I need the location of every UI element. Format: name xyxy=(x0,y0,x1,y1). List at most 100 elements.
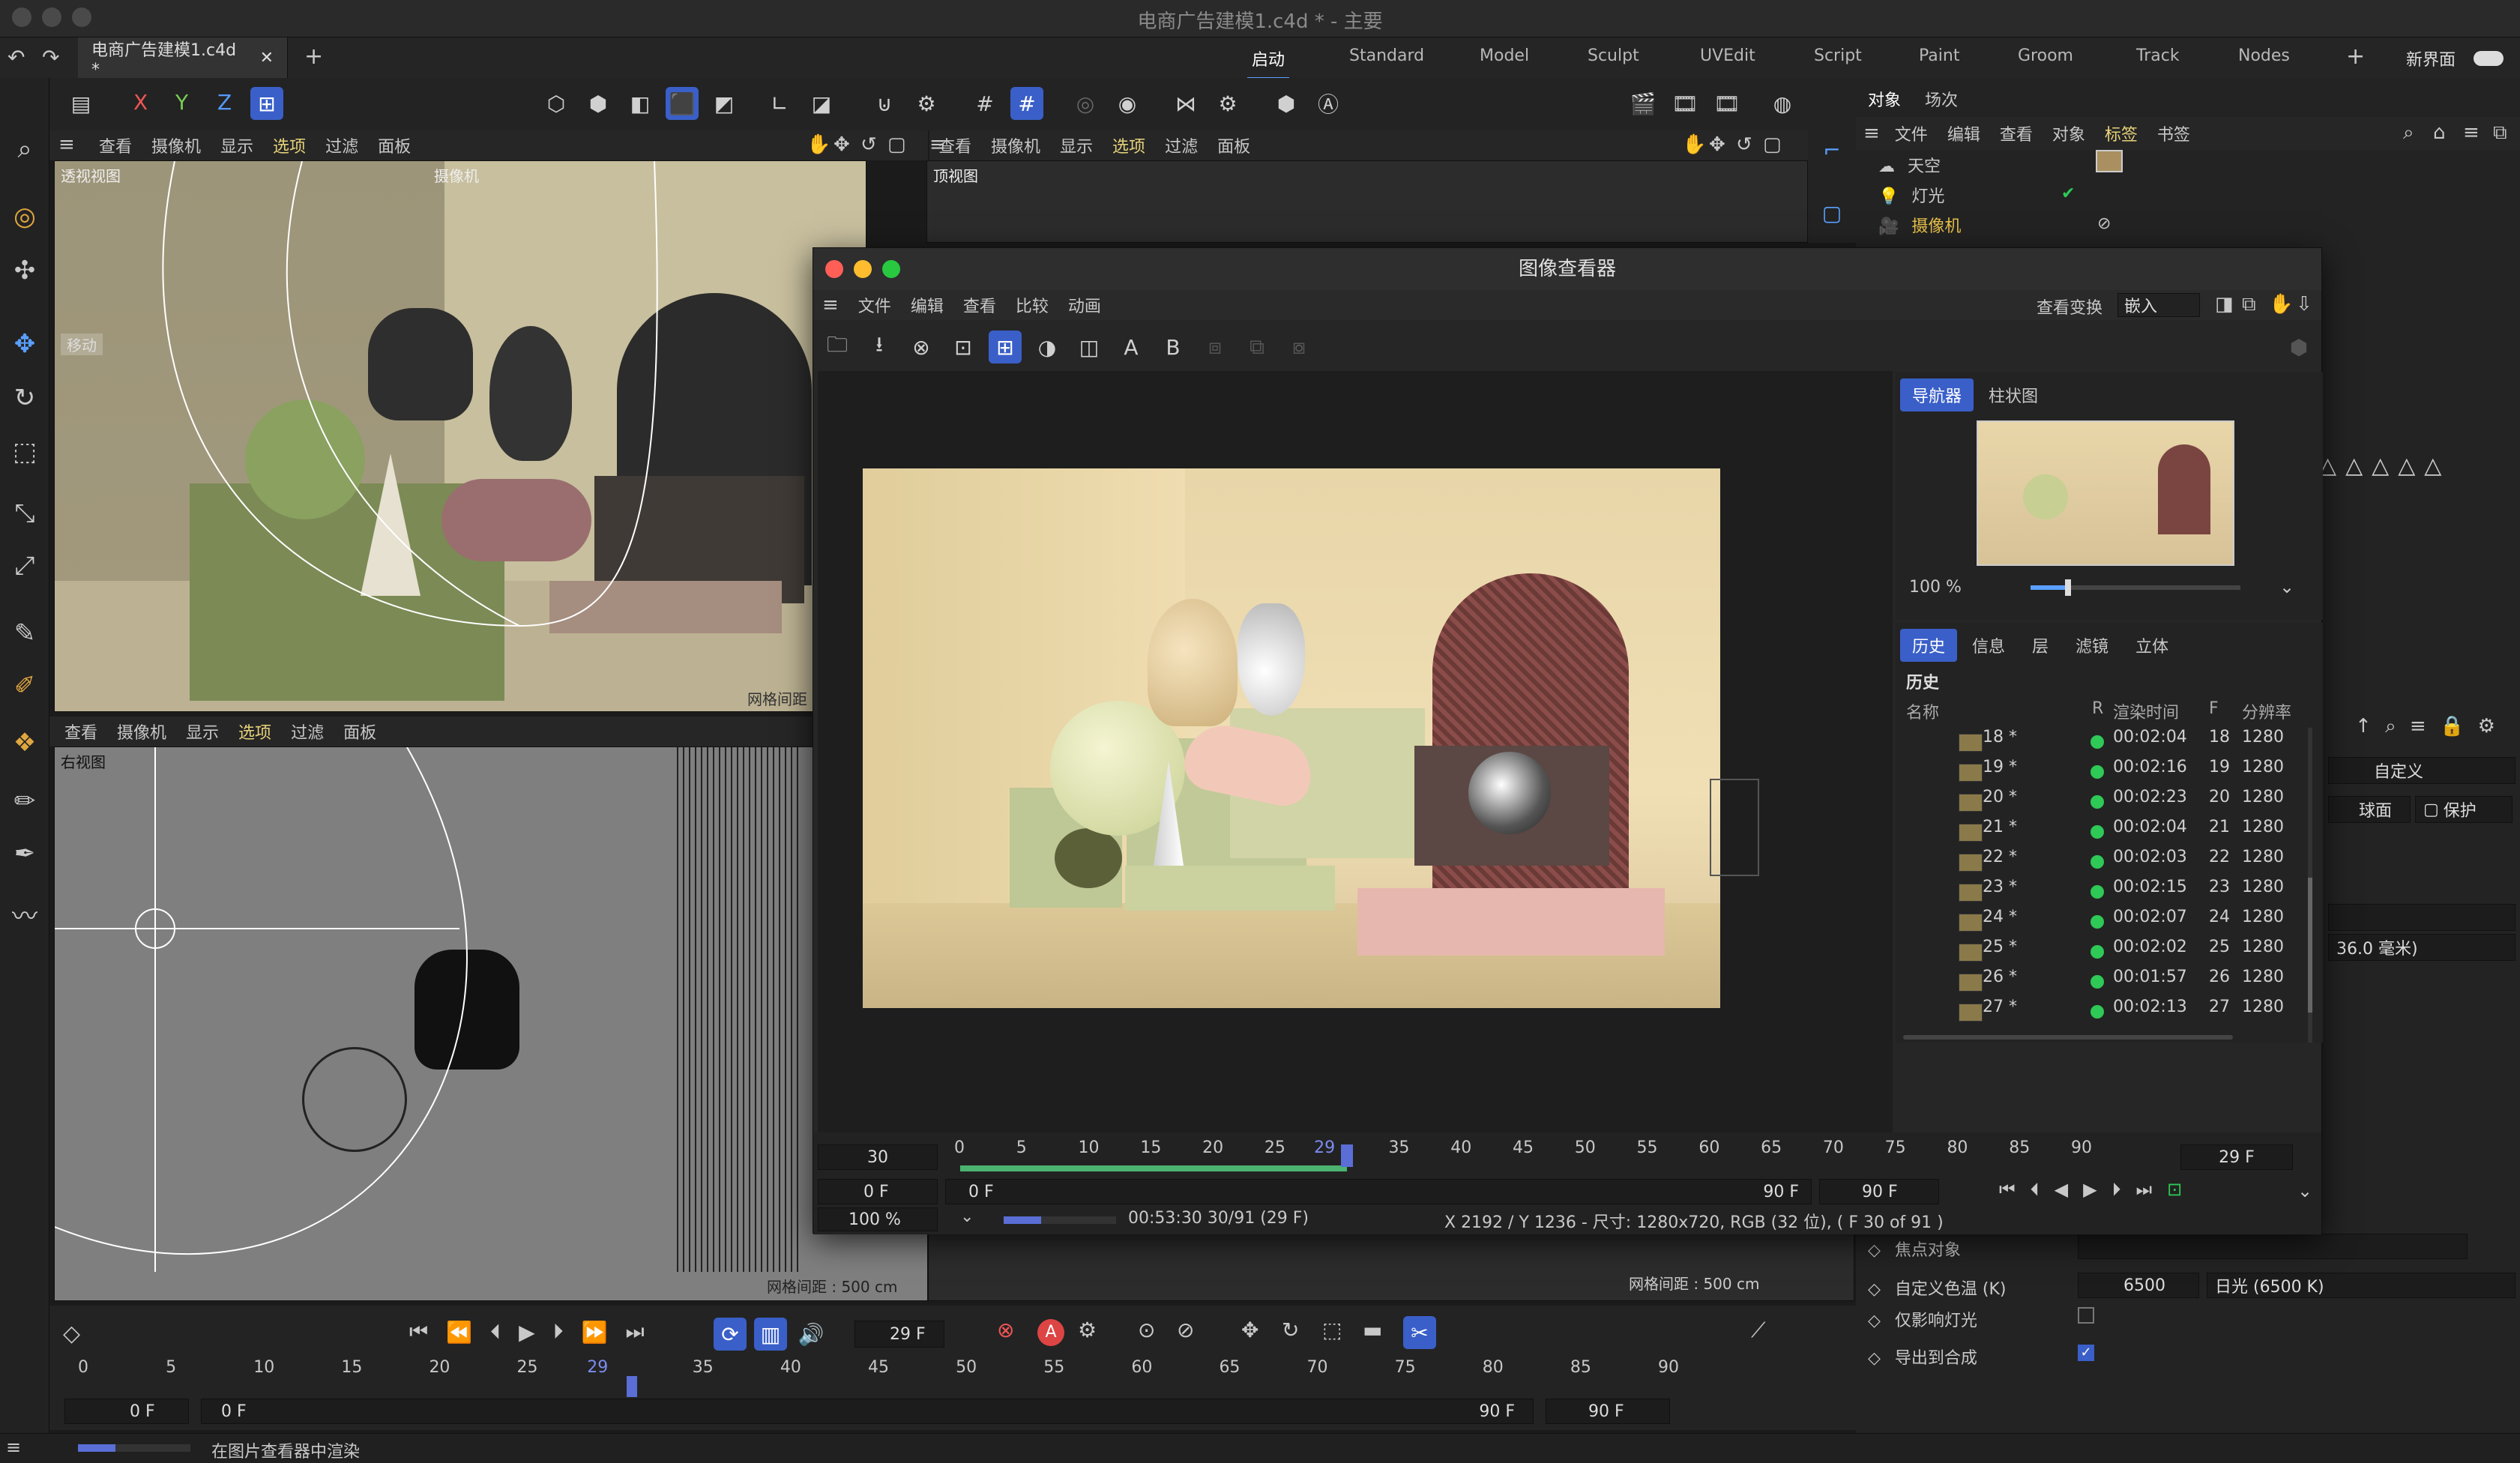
viewport-menu-item[interactable]: 选项 xyxy=(273,133,306,157)
symmetry-mirror-icon[interactable]: ⋈ xyxy=(1169,87,1202,120)
split-view-icon[interactable]: ◨ xyxy=(2215,293,2234,316)
add-layout-icon[interactable]: + xyxy=(2346,43,2365,70)
select-tool-icon[interactable]: ✣ xyxy=(6,252,43,289)
redo-icon[interactable]: ↷ xyxy=(42,45,59,70)
field-dropdown-1[interactable] xyxy=(2328,904,2516,931)
attr-search-icon[interactable]: ⌕ xyxy=(2385,715,2396,737)
popout-icon[interactable]: ⧉ xyxy=(2242,293,2256,316)
history-row[interactable]: 19 * 00:02:16 19 1280 xyxy=(1896,758,2300,788)
open-folder-icon[interactable]: 🗀 xyxy=(821,331,854,364)
col-r[interactable]: R xyxy=(2092,699,2103,718)
undo-icon[interactable]: ↶ xyxy=(7,45,25,70)
tab-takes[interactable]: 场次 xyxy=(1913,82,1970,115)
expand-icon[interactable]: ⬢ xyxy=(2282,331,2315,364)
view-layout-icon[interactable]: ⌐ xyxy=(1815,133,1848,166)
pan-icon-top[interactable]: ✋ xyxy=(1682,133,1706,156)
export-checkbox[interactable]: ✓ xyxy=(2078,1345,2094,1361)
key-rotation-icon[interactable]: ↻ xyxy=(1282,1318,1299,1342)
tl-range-bar[interactable]: 0 F 90 F xyxy=(201,1399,1534,1424)
model-mode-icon[interactable]: ⬛ xyxy=(666,87,699,120)
sound-icon[interactable]: 🔊 xyxy=(795,1318,828,1351)
keyframe-mode-icon[interactable]: ◇ xyxy=(63,1321,80,1347)
history-row[interactable]: 25 * 00:02:02 25 1280 xyxy=(1896,938,2300,968)
attr-filter-icon[interactable]: ≡ xyxy=(2410,715,2426,737)
motion-settings-icon[interactable]: ⊘ xyxy=(1177,1318,1194,1342)
single-view-icon[interactable]: ▢ xyxy=(1815,196,1848,229)
tl-next-key-icon[interactable]: ⏩ xyxy=(582,1320,608,1345)
axis-y-toggle[interactable]: Y xyxy=(175,90,188,115)
viewport-menu-item[interactable]: 面板 xyxy=(378,133,411,157)
iv-zoom-dropdown-icon[interactable]: ⌄ xyxy=(960,1207,974,1226)
layout-tab-5[interactable]: Script xyxy=(1814,46,1862,65)
quantize-icon[interactable]: ◉ xyxy=(1111,87,1144,120)
key-pla-icon[interactable]: ✂ xyxy=(1403,1316,1436,1349)
iv-options-icon[interactable]: ⌄ xyxy=(2297,1180,2312,1201)
render-view-icon[interactable]: 🎬 xyxy=(1627,87,1660,120)
tab-navigator[interactable]: 导航器 xyxy=(1900,378,1974,411)
search-icon[interactable]: ⌕ xyxy=(6,130,43,168)
viewport-menu-item[interactable]: 显示 xyxy=(220,133,253,157)
perspective-viewport[interactable]: 透视视图 移动 摄像机 网格间距 xyxy=(54,160,866,712)
menu-object[interactable]: 对象 xyxy=(2052,121,2085,145)
object-row-sky[interactable]: ☁ 天空 xyxy=(1878,153,1941,177)
attr-lock-icon[interactable]: 🔒 xyxy=(2440,715,2464,737)
up-icon[interactable]: ↑ xyxy=(2355,715,2372,737)
history-row[interactable]: 26 * 00:01:57 26 1280 xyxy=(1896,968,2300,998)
render-region-icon[interactable]: ⊡ xyxy=(947,331,980,364)
stop-render-icon[interactable]: ⊗ xyxy=(905,331,938,364)
transform-tool-icon[interactable]: ⤡ xyxy=(6,495,43,532)
render-region-icon[interactable]: 🎞 xyxy=(1669,87,1701,120)
go-start-icon[interactable]: ⏮ xyxy=(1999,1179,2016,1200)
pin-icon[interactable]: ⇩ xyxy=(2296,293,2312,316)
history-scroll-thumb[interactable] xyxy=(2308,878,2312,1013)
new-layout-label[interactable]: 新界面 xyxy=(2406,46,2456,70)
iv-menu-icon[interactable]: ≡ xyxy=(822,294,839,316)
iv-range-bar[interactable]: 0 F 90 F xyxy=(945,1179,1812,1204)
points-mode-icon[interactable]: ⬡ xyxy=(540,87,573,120)
iv-menu-compare[interactable]: 比较 xyxy=(1016,293,1049,317)
symmetry-icon[interactable]: ◎ xyxy=(1069,87,1102,120)
keyframe-settings-icon[interactable]: ⚙ xyxy=(1078,1318,1097,1342)
polygons-mode-icon[interactable]: ◧ xyxy=(624,87,657,120)
front-viewport[interactable]: 网格间距 : 500 cm xyxy=(928,1234,1854,1301)
viewport-menu-item[interactable]: 摄像机 xyxy=(991,133,1040,157)
motion-record-icon[interactable]: ⊙ xyxy=(1138,1318,1155,1342)
solo-icon[interactable]: ◪ xyxy=(805,87,838,120)
record-icon[interactable]: ⊗ xyxy=(997,1318,1014,1342)
home-icon[interactable]: ⌂ xyxy=(2433,121,2446,144)
viewport-menu-item[interactable]: 过滤 xyxy=(325,133,358,157)
compare-ab-icon[interactable]: ◫ xyxy=(1073,331,1106,364)
menu-bookmarks[interactable]: 书签 xyxy=(2157,121,2190,145)
navigator-zoom-value[interactable]: 100 % xyxy=(1909,578,1962,597)
filter-icon[interactable]: ≡ xyxy=(2463,121,2480,144)
navigator-zoom-slider[interactable] xyxy=(2031,579,2240,596)
tl-end-field[interactable]: 90 F xyxy=(1546,1399,1670,1424)
focal-length-field[interactable]: 36.0 毫米) xyxy=(2328,934,2516,961)
keyframe-diamond-icon[interactable]: ◇ xyxy=(1868,1312,1881,1330)
axis-x-toggle[interactable]: X xyxy=(133,90,148,115)
layout-tab-0[interactable]: 启动 xyxy=(1247,46,1290,79)
protect-button[interactable]: ▢ 保护 xyxy=(2415,796,2513,823)
object-row-light[interactable]: 💡 灯光 xyxy=(1878,183,1944,207)
close-tab-icon[interactable]: ✕ xyxy=(260,49,274,67)
col-res[interactable]: 分辨率 xyxy=(2242,699,2291,723)
snap-settings-icon[interactable]: ⚙ xyxy=(910,87,943,120)
tab-filters[interactable]: 滤镜 xyxy=(2064,629,2120,662)
history-row[interactable]: 22 * 00:02:03 22 1280 xyxy=(1896,848,2300,878)
render-active-icon[interactable]: ⊞ xyxy=(989,331,1022,364)
iv-minimize-button[interactable] xyxy=(854,260,872,278)
iv-ruler[interactable]: 0 5 10 15 20 25 29 35 40 45 50 55 60 65 70 75 80 85 90 xyxy=(954,1138,2129,1173)
col-time[interactable]: 渲染时间 xyxy=(2113,699,2179,723)
menu-edit[interactable]: 编辑 xyxy=(1947,121,1980,145)
hand-icon[interactable]: ✋ xyxy=(2269,293,2293,316)
tab-info[interactable]: 信息 xyxy=(1960,629,2017,662)
layout-tab-7[interactable]: Groom xyxy=(2018,46,2073,65)
viewport-menu-item[interactable]: 选项 xyxy=(1112,133,1145,157)
sketch-tool-icon[interactable]: 〰 xyxy=(6,895,43,932)
render-queue-icon[interactable]: ◍ xyxy=(1766,87,1799,120)
sky-material-tag[interactable] xyxy=(2096,150,2123,172)
iv-close-button[interactable] xyxy=(825,260,843,278)
viewport-menu-item[interactable]: 查看 xyxy=(64,720,97,743)
prev-frame-icon[interactable]: ⏴ xyxy=(2031,1179,2040,1200)
keyframe-diamond-icon[interactable]: ◇ xyxy=(1868,1349,1881,1368)
